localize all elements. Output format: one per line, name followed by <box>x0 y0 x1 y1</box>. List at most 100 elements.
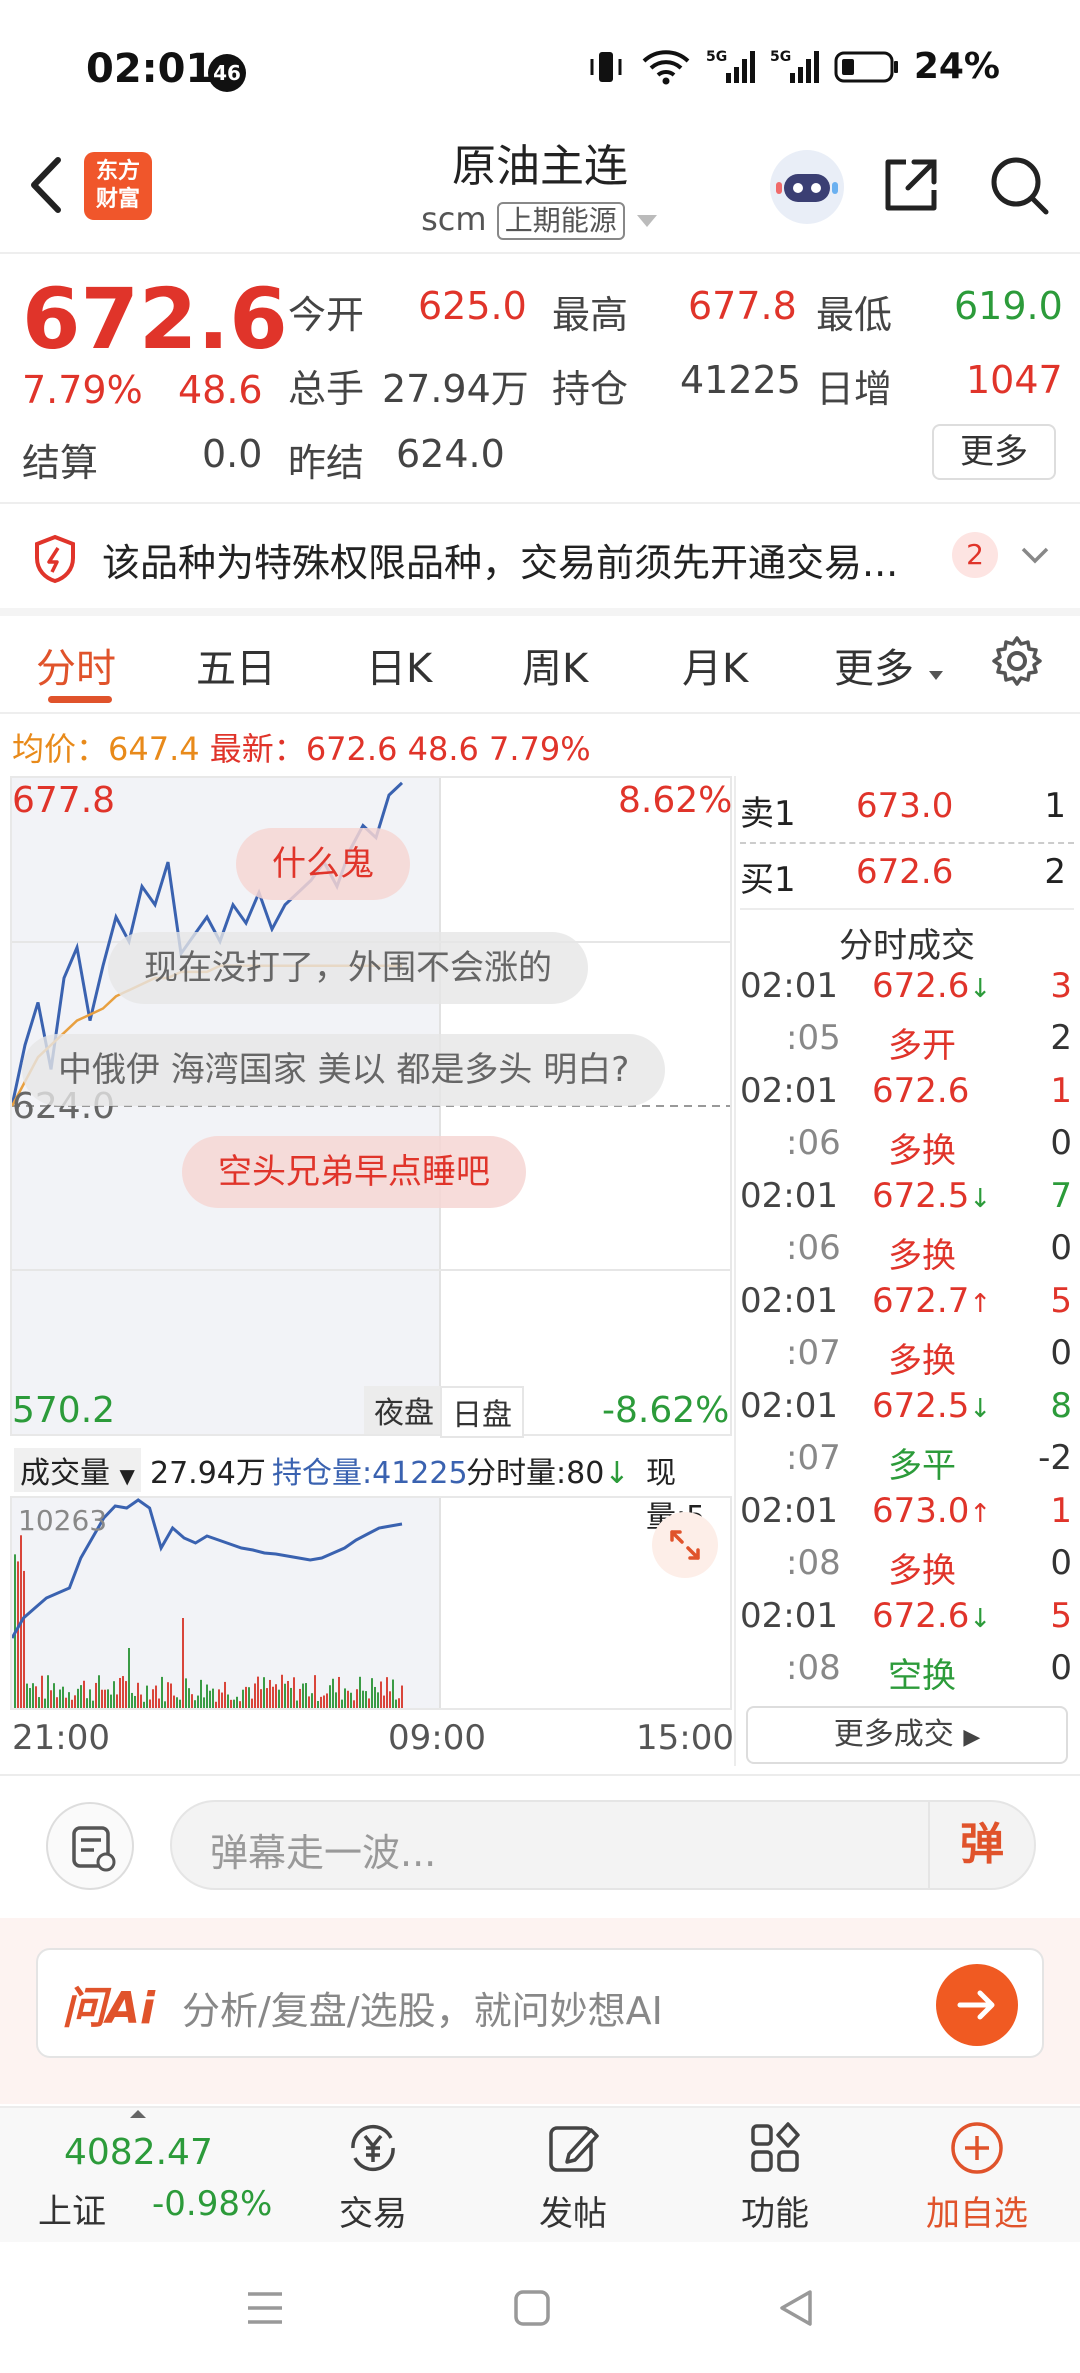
indicator-selector-label: 成交量 <box>20 1456 110 1491</box>
session-night-toggle[interactable]: 夜盘 <box>364 1386 444 1434</box>
prev-settle-label: 昨结 <box>288 441 365 485</box>
status-right: 5G 5G 24% <box>586 46 1000 87</box>
more-trades-button[interactable]: 更多成交 ▶ <box>746 1706 1068 1764</box>
volume-value: 27.94万 <box>382 367 529 411</box>
back-nav-icon[interactable] <box>776 2288 816 2328</box>
add-watchlist-button[interactable]: 加自选 <box>922 2116 1032 2235</box>
arrow-down-icon: ↓ <box>604 1456 630 1491</box>
chevron-down-icon[interactable] <box>1020 544 1050 566</box>
volume-bar <box>23 1570 25 1708</box>
high-value: 677.8 <box>688 284 797 328</box>
trade-type: 多平 <box>888 1446 956 1486</box>
ai-query-box[interactable]: 问Ai 分析/复盘/选股，就问妙想AI <box>36 1948 1044 2058</box>
divider <box>0 1774 1080 1776</box>
index-value[interactable]: 4082.47 <box>64 2132 213 2173</box>
avg-value: 647.4 <box>108 730 200 768</box>
index-change[interactable]: -0.98% <box>152 2184 272 2224</box>
daily-inc-value: 1047 <box>966 358 1063 402</box>
tab-intraday[interactable]: 分时 <box>36 636 116 694</box>
divider <box>0 712 1080 714</box>
share-icon[interactable] <box>876 150 946 220</box>
ai-go-button[interactable] <box>936 1964 1018 2046</box>
volume-chart[interactable]: 10263 <box>10 1496 732 1710</box>
trade-time: 02:01 <box>740 1176 838 1216</box>
time-axis-mid: 09:00 <box>388 1718 486 1758</box>
change-pct: 7.79% <box>22 368 143 412</box>
danmaku-input[interactable]: 弹幕走一波... 弹 <box>170 1800 1036 1890</box>
post-button[interactable]: 发帖 <box>518 2116 628 2235</box>
index-name[interactable]: 上证 <box>38 2184 106 2233</box>
menu-icon[interactable] <box>244 2288 286 2328</box>
volume-bar <box>326 1693 328 1708</box>
danmaku-send-button[interactable]: 弹 <box>928 1802 1034 1888</box>
caret-right-icon: ▶ <box>963 1725 981 1750</box>
session-day-toggle[interactable]: 日盘 <box>440 1386 524 1438</box>
trade-type-volume: -2 <box>1038 1438 1072 1478</box>
trade-type-volume: 0 <box>1050 1123 1072 1163</box>
battery-icon <box>834 51 898 82</box>
trade-yen-icon <box>351 2124 395 2172</box>
ai-assistant-avatar[interactable] <box>770 150 844 224</box>
notice-count-badge: 2 <box>952 532 998 578</box>
tab-weekly-k[interactable]: 周K <box>522 636 588 694</box>
indicator-selector[interactable]: 成交量 ▼ <box>14 1448 141 1492</box>
volume-bar <box>110 1694 112 1708</box>
grid-icon <box>751 2122 800 2172</box>
trade-time: 02:01 <box>740 966 838 1006</box>
caret-up-icon <box>130 2110 146 2118</box>
ai-placeholder: 分析/复盘/选股，就问妙想AI <box>182 1989 663 2033</box>
trade-price-value: 672.5 <box>872 1176 970 1216</box>
volume-bar <box>44 1698 46 1708</box>
more-quote-button[interactable]: 更多 <box>932 424 1056 480</box>
panel-divider <box>734 776 736 1766</box>
settings-gear-icon[interactable] <box>990 634 1044 688</box>
tab-daily-k[interactable]: 日K <box>366 636 432 694</box>
volume-bar <box>233 1699 235 1708</box>
trade-type-volume: 0 <box>1050 1648 1072 1688</box>
volume-bar <box>329 1685 331 1708</box>
trade-button[interactable]: 交易 <box>318 2116 428 2235</box>
trade-seconds: :07 <box>786 1333 841 1373</box>
volume-bar <box>365 1691 367 1708</box>
trade-price: 672.6↓ <box>872 966 991 1006</box>
volume-bar <box>104 1689 106 1708</box>
functions-label: 功能 <box>741 2194 809 2234</box>
volume-bar <box>92 1700 94 1708</box>
chart-bottom-pct: -8.62% <box>602 1390 730 1431</box>
danmaku-settings-icon <box>72 1826 116 1872</box>
volume-bar <box>125 1681 127 1708</box>
trade-type: 多换 <box>888 1236 956 1276</box>
trade-volume: 8 <box>1050 1386 1072 1426</box>
trade-seconds: :06 <box>786 1123 841 1163</box>
section-gap <box>0 608 1080 616</box>
trade-price: 672.6 <box>872 1071 969 1111</box>
tab-more[interactable]: 更多 <box>834 636 945 694</box>
volume-bar <box>257 1676 259 1708</box>
danmaku-comment: 空头兄弟早点睡吧 <box>182 1136 526 1208</box>
home-icon[interactable] <box>512 2288 552 2328</box>
volume-bar <box>335 1692 337 1708</box>
volume-bar <box>56 1697 58 1708</box>
danmaku-settings-button[interactable] <box>46 1802 134 1890</box>
volume-bar <box>53 1683 55 1708</box>
volume-bar <box>107 1689 109 1708</box>
tab-five-day[interactable]: 五日 <box>196 636 276 694</box>
trade-price-value: 672.6 <box>872 1596 970 1636</box>
signal-5g-icon-1: 5G <box>706 49 755 83</box>
permission-notice[interactable]: 该品种为特殊权限品种，交易前须先开通交易... <box>0 506 1080 610</box>
tab-monthly-k[interactable]: 月K <box>682 636 748 694</box>
system-nav-bar <box>0 2244 1080 2373</box>
volume-bar <box>353 1700 355 1708</box>
trade-volume: 7 <box>1050 1176 1072 1216</box>
svg-text:5G: 5G <box>770 49 791 65</box>
expand-chart-button[interactable] <box>652 1512 718 1578</box>
search-icon[interactable] <box>984 150 1054 220</box>
robot-icon <box>776 174 838 202</box>
danmaku-comment: 什么鬼 <box>236 828 410 900</box>
volume-bar <box>131 1692 133 1708</box>
trade-price-value: 672.6 <box>872 1071 970 1111</box>
ask-1-qty: 1 <box>1044 786 1066 826</box>
functions-button[interactable]: 功能 <box>720 2116 830 2235</box>
app-screen: { "status_bar": { "time": "02:01", "badg… <box>0 0 1080 2373</box>
trade-label: 交易 <box>339 2194 407 2234</box>
